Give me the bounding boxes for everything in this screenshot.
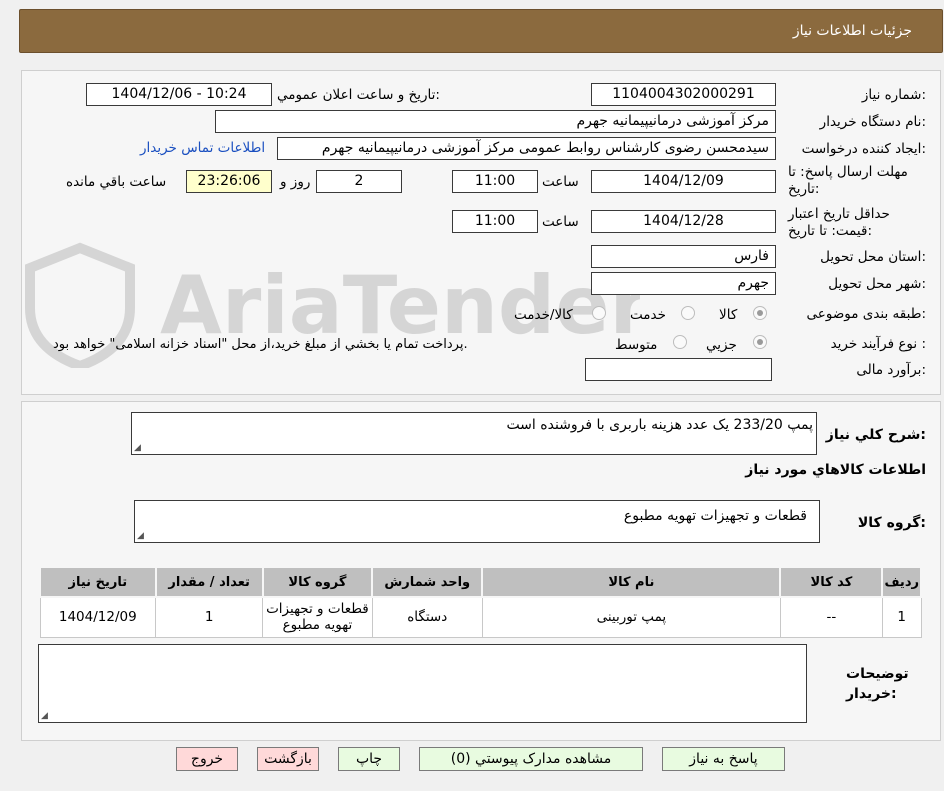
remaining-time-field: 23:26:06 — [186, 170, 272, 193]
days-remaining-field: 2 — [316, 170, 402, 193]
need-number-label: شماره نیاز: — [861, 87, 926, 103]
price-validity-date-field: 1404/12/28 — [591, 210, 776, 233]
category-option-goods: کالا — [719, 307, 738, 323]
cell-need-date: 1404/12/09 — [39, 596, 157, 638]
price-validity-time-field: 11:00 — [452, 210, 538, 233]
deadline-time-label: ساعت — [542, 174, 579, 190]
days-label: روز و — [280, 174, 311, 190]
col-header-unit: واحد شمارش — [371, 566, 484, 598]
col-header-row: رديف — [881, 566, 922, 598]
announce-datetime-label: تاریخ و ساعت اعلان عمومي: — [277, 87, 440, 103]
summary-textarea[interactable]: پمپ 233/20 یک عدد هزینه باربری با فروشند… — [131, 412, 817, 455]
city-field: جهرم — [591, 272, 776, 295]
col-header-goods-group: گروه کالا — [261, 566, 374, 598]
col-header-goods-code: کد کالا — [779, 566, 884, 598]
goods-section-title: اطلاعات کالاهاي مورد نياز — [745, 462, 926, 478]
page-title: جزئیات اطلاعات نیاز — [792, 23, 912, 39]
process-option-medium: متوسط — [615, 337, 658, 353]
province-label: استان محل تحويل: — [820, 249, 926, 265]
buyer-org-field: مرکز آموزشی درمانیپیمانیه جهرم — [215, 110, 776, 133]
category-option-goods-service: کالا/خدمت — [514, 307, 573, 323]
requester-field: سیدمحسن رضوی کارشناس روابط عمومی مرکز آم… — [277, 137, 776, 160]
deadline-label: مهلت ارسال پاسخ: تا تاريخ: — [788, 164, 908, 197]
category-radio-service[interactable] — [681, 306, 695, 320]
price-validity-label: حداقل تاريخ اعتبار قيمت: تا تاريخ: — [788, 206, 890, 239]
summary-label: شرح کلي نياز: — [825, 427, 926, 443]
category-radio-goods-service[interactable] — [592, 306, 606, 320]
col-header-quantity: تعداد / مقدار — [154, 566, 264, 598]
back-button[interactable]: بازگشت — [257, 747, 319, 771]
category-radio-goods[interactable] — [753, 306, 767, 320]
category-option-service: خدمت — [630, 307, 666, 323]
budget-label: برآورد مالی: — [856, 362, 926, 378]
buyer-notes-textarea[interactable]: ◢ — [38, 644, 807, 723]
province-field: فارس — [591, 245, 776, 268]
process-option-minor: جزيي — [706, 337, 737, 353]
buyer-org-label: نام دستگاه خريدار: — [819, 114, 926, 130]
col-header-goods-name: نام کالا — [481, 566, 782, 598]
goods-group-text: قطعات و تجهیزات تهویه مطبوع — [623, 508, 807, 524]
page-header: جزئیات اطلاعات نیاز — [19, 9, 943, 53]
table-row: 1404/12/09 1 قطعات و تجهیزات تهویه مطبوع… — [39, 596, 922, 638]
buyer-contact-link[interactable]: اطلاعات تماس خريدار — [140, 140, 265, 156]
reply-to-need-button[interactable]: پاسخ به نیاز — [662, 747, 785, 771]
print-button[interactable]: چاپ — [338, 747, 400, 771]
remaining-time-label: ساعت باقي مانده — [66, 174, 167, 190]
goods-group-label: گروه کالا: — [857, 515, 926, 531]
city-label: شهر محل تحويل: — [828, 276, 926, 292]
cell-goods-code: -- — [779, 596, 883, 638]
cell-row-number: 1 — [881, 596, 922, 638]
cell-quantity: 1 — [155, 596, 264, 638]
process-radio-medium[interactable] — [673, 335, 687, 349]
view-attachments-button[interactable]: مشاهده مدارک پیوستي (0) — [419, 747, 643, 771]
buyer-notes-label: توضيحات خريدار: — [846, 666, 909, 702]
price-validity-time-label: ساعت — [542, 214, 579, 230]
goods-group-textarea[interactable]: قطعات و تجهیزات تهویه مطبوع ◢ — [134, 500, 820, 543]
cell-unit: دستگاه — [371, 596, 483, 638]
process-type-label: نوع فرآيند خريد : — [830, 336, 926, 352]
exit-button[interactable]: خروج — [176, 747, 238, 771]
table-header-row: تاريخ نياز تعداد / مقدار گروه کالا واحد … — [39, 566, 922, 598]
goods-table: تاريخ نياز تعداد / مقدار گروه کالا واحد … — [39, 566, 922, 638]
deadline-time-field: 11:00 — [452, 170, 538, 193]
category-label: طبقه بندی موضوعی: — [806, 306, 926, 322]
resize-grip-icon[interactable]: ◢ — [41, 712, 48, 721]
cell-goods-name: پمپ توربینی — [481, 596, 781, 638]
col-header-need-date: تاريخ نياز — [39, 566, 157, 598]
summary-text: پمپ 233/20 یک عدد هزینه باربری با فروشند… — [506, 417, 813, 433]
announce-datetime-field: 1404/12/06 - 10:24 — [86, 83, 272, 106]
process-payment-note: پرداخت تمام يا بخشي از مبلغ خريد،از محل … — [53, 337, 468, 352]
resize-grip-icon[interactable]: ◢ — [137, 532, 144, 541]
resize-grip-icon[interactable]: ◢ — [134, 444, 141, 453]
need-number-field: 1104004302000291 — [591, 83, 776, 106]
budget-field[interactable] — [585, 358, 772, 381]
requester-label: ايجاد کننده درخواست: — [801, 141, 926, 157]
deadline-date-field: 1404/12/09 — [591, 170, 776, 193]
process-radio-minor[interactable] — [753, 335, 767, 349]
cell-goods-group: قطعات و تجهیزات تهویه مطبوع — [262, 596, 373, 638]
